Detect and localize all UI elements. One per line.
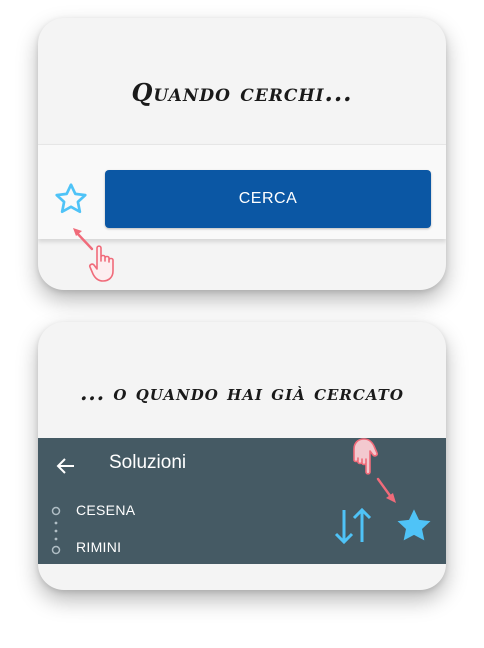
results-hint-heading: ... o quando hai già cercato bbox=[80, 380, 404, 405]
search-button[interactable]: CERCA bbox=[105, 170, 431, 228]
search-action-bar: CERCA bbox=[38, 144, 446, 239]
search-hint-heading: Quando cerchi... bbox=[131, 78, 353, 107]
results-hint-card: ... o quando hai già cercato Soluzioni C… bbox=[38, 322, 446, 590]
star-filled-icon[interactable] bbox=[394, 506, 434, 546]
pointer-arrow-icon bbox=[376, 477, 396, 503]
route-line-icon bbox=[51, 506, 61, 555]
arrival-station: RIMINI bbox=[76, 539, 122, 555]
swap-vertical-icon[interactable] bbox=[332, 506, 374, 546]
pointing-hand-icon bbox=[89, 245, 114, 282]
departure-station: CESENA bbox=[76, 502, 136, 518]
solutions-app-bar: Soluzioni CESENA RIMINI bbox=[38, 438, 446, 564]
star-outline-icon[interactable] bbox=[53, 181, 89, 217]
arrow-left-icon[interactable] bbox=[56, 456, 76, 476]
search-hint-card: Quando cerchi... CERCA bbox=[38, 18, 446, 290]
pointing-hand-icon bbox=[353, 438, 378, 475]
page-title: Soluzioni bbox=[109, 452, 187, 473]
